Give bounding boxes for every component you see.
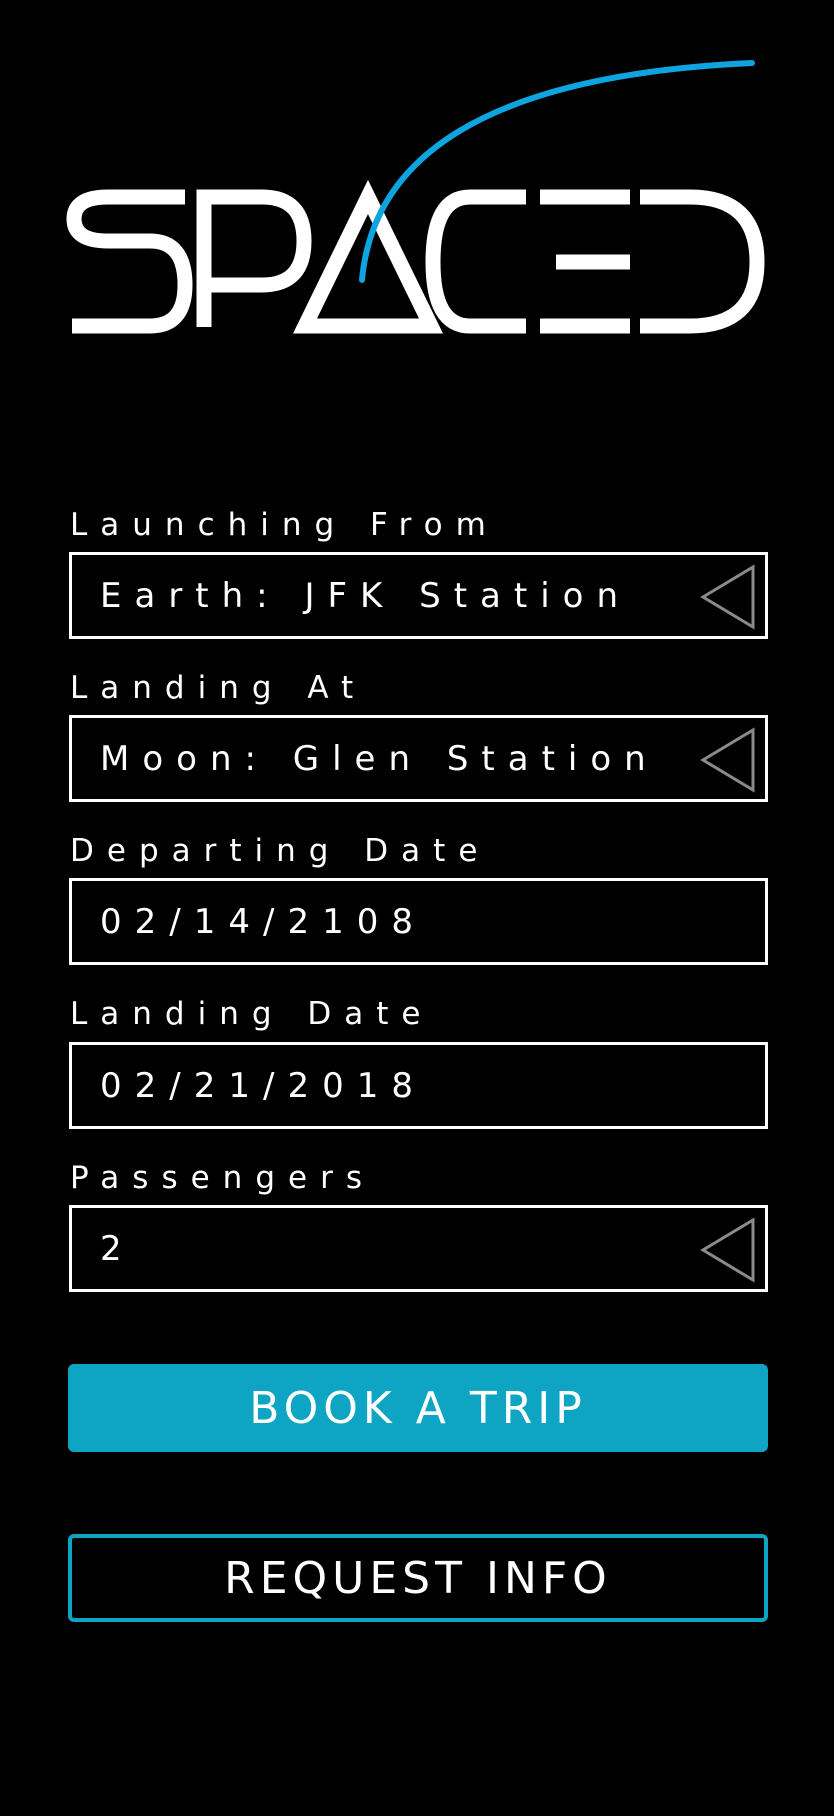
book-a-trip-button[interactable]: BOOK A TRIP <box>68 1364 768 1452</box>
landing-at-value: Moon: Glen Station <box>100 738 659 779</box>
caret-left-icon <box>700 1217 755 1283</box>
launching-from-select[interactable]: Earth: JFK Station <box>69 552 768 639</box>
landing-at-select[interactable]: Moon: Glen Station <box>69 715 768 802</box>
landing-date-value: 02/21/2018 <box>100 1065 426 1106</box>
launching-from-value: Earth: JFK Station <box>100 575 632 616</box>
launching-from-label: Launching From <box>70 507 499 543</box>
departing-date-value: 02/14/2108 <box>100 901 426 942</box>
request-info-button[interactable]: REQUEST INFO <box>68 1534 768 1622</box>
caret-left-icon <box>700 727 755 793</box>
departing-date-input[interactable]: 02/14/2108 <box>69 878 768 965</box>
passengers-select[interactable]: 2 <box>69 1205 768 1292</box>
passengers-label: Passengers <box>70 1160 375 1196</box>
landing-date-label: Landing Date <box>70 996 434 1032</box>
departing-date-label: Departing Date <box>70 833 491 869</box>
caret-left-icon <box>700 564 755 630</box>
spaced-logo <box>0 0 834 360</box>
landing-date-input[interactable]: 02/21/2018 <box>69 1042 768 1129</box>
landing-at-label: Landing At <box>70 670 367 706</box>
spaced-logo-graphic <box>66 60 765 334</box>
passengers-value: 2 <box>100 1228 135 1269</box>
